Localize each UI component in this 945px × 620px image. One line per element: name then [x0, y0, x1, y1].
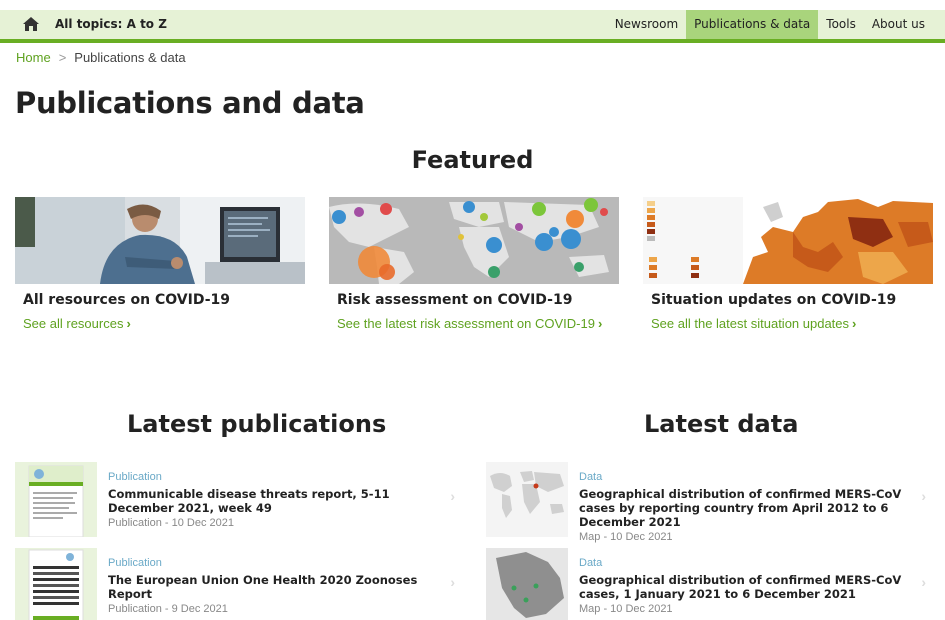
nav-divider [0, 39, 945, 43]
data-map-thumbnail [486, 548, 568, 620]
item-type: Data [579, 557, 603, 569]
situation-updates-map-image[interactable] [643, 197, 933, 284]
chevron-right-icon: › [921, 488, 926, 504]
breadcrumb: Home > Publications & data [16, 50, 186, 65]
publication-thumbnail [15, 462, 97, 537]
item-meta: Map - 10 Dec 2021 [579, 603, 673, 615]
breadcrumb-current: Publications & data [74, 50, 186, 65]
item-type: Data [579, 471, 603, 483]
item-type: Publication [108, 557, 162, 569]
item-title[interactable]: Communicable disease threats report, 5-1… [108, 487, 441, 515]
card-title[interactable]: Risk assessment on COVID-19 [337, 292, 619, 308]
publication-text: Publication The European Union One Healt… [108, 557, 441, 615]
card-link-label: See all resources [23, 316, 124, 331]
item-meta: Map - 10 Dec 2021 [579, 531, 673, 543]
see-latest-risk-assessment-link[interactable]: See the latest risk assessment on COVID-… [337, 316, 619, 331]
nav-newsroom[interactable]: Newsroom [607, 10, 686, 39]
risk-assessment-map-image[interactable] [329, 197, 619, 284]
card-title[interactable]: Situation updates on COVID-19 [651, 292, 933, 308]
see-all-resources-link[interactable]: See all resources › [23, 316, 305, 331]
card-title[interactable]: All resources on COVID-19 [23, 292, 305, 308]
data-item[interactable]: Data Geographical distribution of confir… [486, 548, 926, 620]
data-map-thumbnail [486, 462, 568, 537]
item-title[interactable]: Geographical distribution of confirmed M… [579, 573, 912, 601]
chevron-right-icon: › [450, 574, 455, 590]
nav-publications-data[interactable]: Publications & data [686, 10, 819, 39]
publication-thumbnail [15, 548, 97, 620]
item-type: Publication [108, 471, 162, 483]
chevron-right-icon: › [921, 574, 926, 590]
card-link-label: See all the latest situation updates [651, 316, 850, 331]
covid-resources-image[interactable] [15, 197, 305, 284]
see-situation-updates-link[interactable]: See all the latest situation updates › [651, 316, 933, 331]
featured-heading: Featured [411, 146, 534, 174]
main-nav: Newsroom Publications & data Tools About… [607, 10, 933, 39]
chevron-right-icon: › [852, 316, 857, 331]
featured-card-covid-resources: All resources on COVID-19 See all resour… [15, 197, 305, 331]
all-topics-link[interactable]: All topics: A to Z [55, 17, 167, 31]
chevron-right-icon: › [126, 316, 131, 331]
item-title[interactable]: The European Union One Health 2020 Zoono… [108, 573, 441, 601]
latest-publications-heading: Latest publications [127, 410, 387, 438]
home-icon[interactable] [22, 16, 40, 32]
data-item[interactable]: Data Geographical distribution of confir… [486, 462, 926, 543]
data-text: Data Geographical distribution of confir… [579, 557, 912, 615]
card-link-label: See the latest risk assessment on COVID-… [337, 316, 595, 331]
breadcrumb-home[interactable]: Home [16, 50, 51, 65]
item-title[interactable]: Geographical distribution of confirmed M… [579, 487, 912, 529]
chevron-right-icon: › [450, 488, 455, 504]
latest-data-heading: Latest data [644, 410, 799, 438]
data-text: Data Geographical distribution of confir… [579, 471, 912, 543]
featured-card-risk-assessment: Risk assessment on COVID-19 See the late… [329, 197, 619, 331]
featured-card-situation-updates: Situation updates on COVID-19 See all th… [643, 197, 933, 331]
page-title: Publications and data [15, 86, 365, 120]
nav-about-us[interactable]: About us [864, 10, 933, 39]
publication-item[interactable]: Publication Communicable disease threats… [15, 462, 455, 537]
nav-tools[interactable]: Tools [818, 10, 864, 39]
publication-text: Publication Communicable disease threats… [108, 471, 441, 529]
publication-item[interactable]: Publication The European Union One Healt… [15, 548, 455, 620]
item-meta: Publication - 9 Dec 2021 [108, 603, 228, 615]
item-meta: Publication - 10 Dec 2021 [108, 517, 234, 529]
chevron-right-icon: › [597, 316, 603, 331]
top-navigation-bar: All topics: A to Z Newsroom Publications… [0, 10, 945, 39]
breadcrumb-separator: > [58, 50, 67, 65]
